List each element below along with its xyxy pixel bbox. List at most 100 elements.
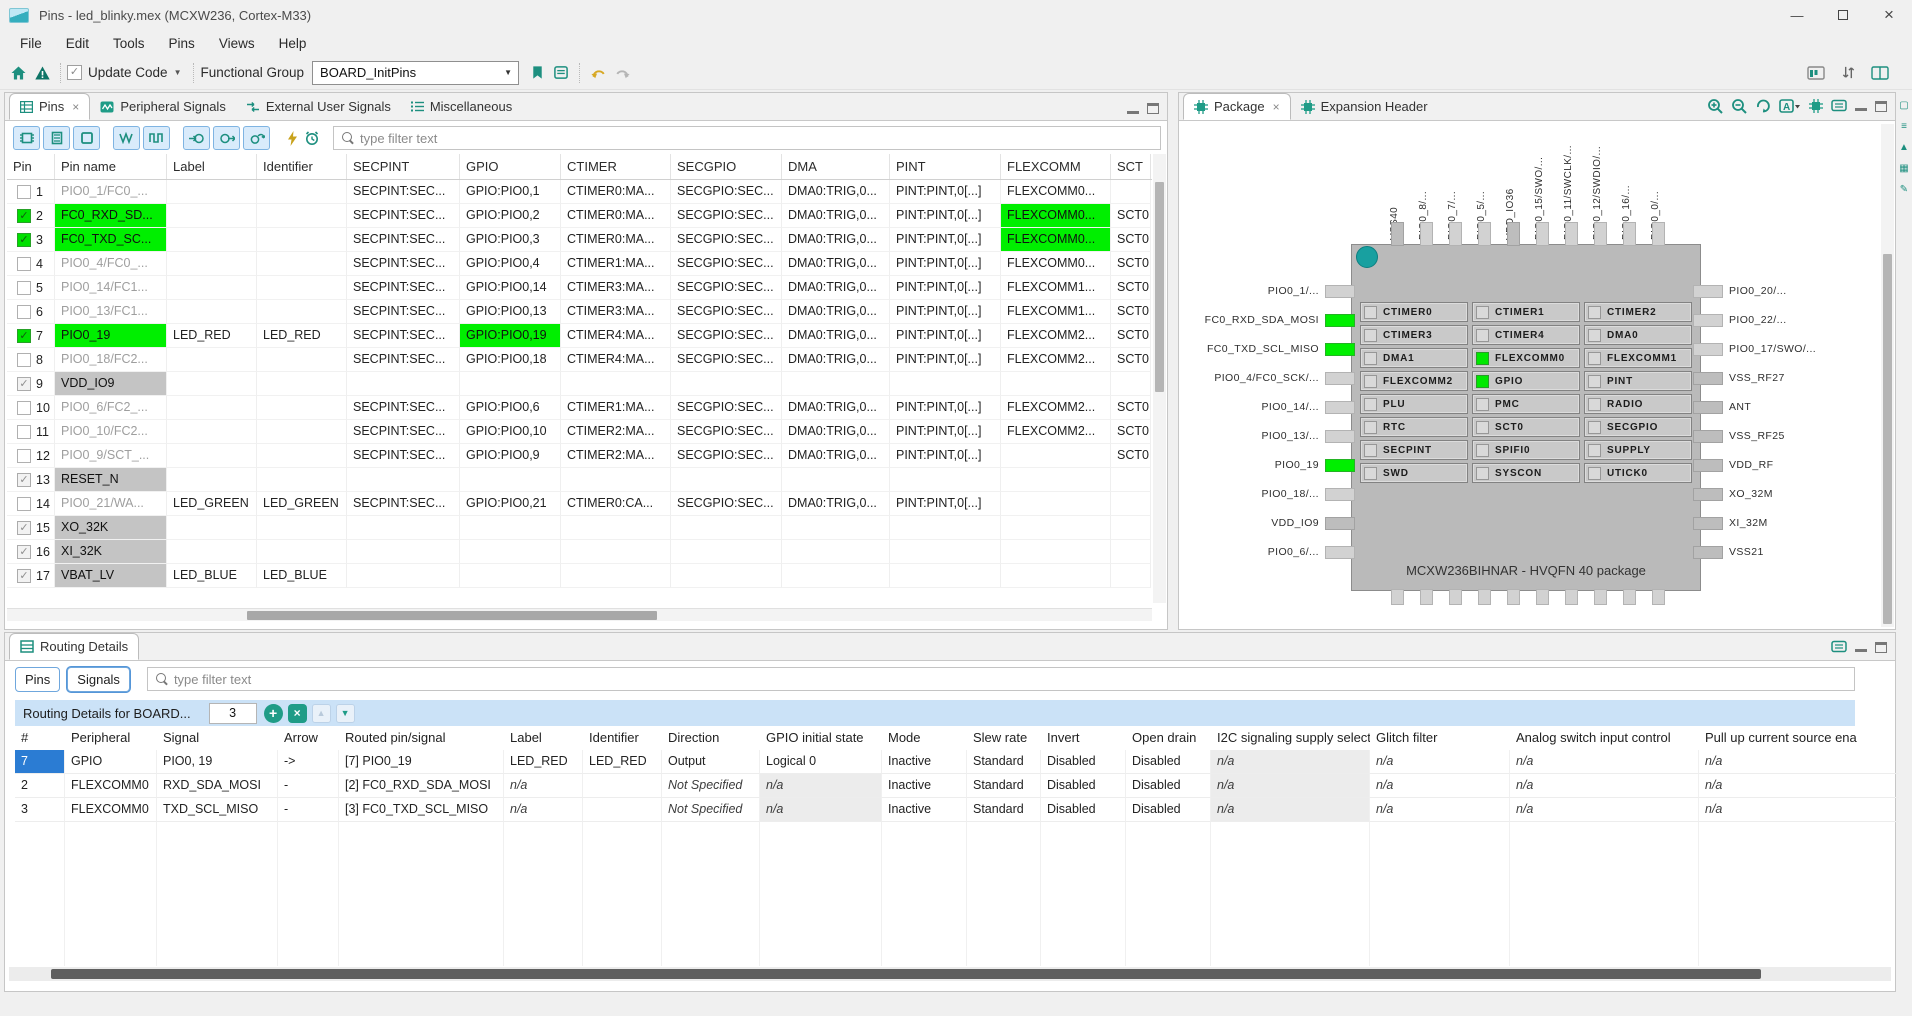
secpint-cell[interactable]: SECPINT:SEC... (347, 276, 460, 300)
secpint-cell[interactable]: SECPINT:SEC... (347, 324, 460, 348)
column-header-analog-switch-input-control[interactable]: Analog switch input control (1510, 726, 1699, 750)
pint-cell[interactable]: PINT:PINT,0[...] (890, 324, 1001, 348)
delete-routing-button[interactable]: × (288, 704, 307, 723)
chip-settings-icon[interactable] (1809, 99, 1823, 113)
routing-cell[interactable]: n/a (1211, 750, 1370, 774)
dma-cell[interactable]: DMA0:TRIG,0... (782, 324, 890, 348)
pin-label-cell[interactable] (167, 420, 257, 444)
pin-name-cell[interactable]: PIO0_13/FC1... (55, 300, 167, 324)
pin-name-cell[interactable]: XO_32K (55, 516, 167, 540)
tab-peripheral-signals[interactable]: Peripheral Signals (90, 93, 236, 120)
sct-cell[interactable]: SCT0 (1111, 420, 1151, 444)
secgpio-cell[interactable]: SECGPIO:SEC... (671, 252, 782, 276)
dma-cell[interactable]: DMA0:TRIG,0... (782, 444, 890, 468)
routing-cell[interactable]: n/a (1510, 774, 1699, 798)
pin-checkbox[interactable] (17, 449, 31, 463)
sct-cell[interactable]: SCT0 (1111, 300, 1151, 324)
pin-identifier-cell[interactable] (257, 252, 347, 276)
gpio-cell[interactable] (460, 516, 561, 540)
table-row[interactable]: 8PIO0_18/FC2...SECPINT:SEC...GPIO:PIO0,1… (7, 348, 1152, 372)
peripheral-box-sct0[interactable]: SCT0 (1472, 417, 1580, 437)
package-pin-pad[interactable] (1693, 314, 1723, 327)
column-header-direction[interactable]: Direction (662, 726, 760, 750)
pulse-view-toggle[interactable] (143, 126, 170, 150)
flexcomm-cell[interactable]: FLEXCOMM2... (1001, 396, 1111, 420)
log-view-icon[interactable]: ≡ (1901, 121, 1907, 132)
pin-identifier-cell[interactable] (257, 180, 347, 204)
package-vertical-scrollbar[interactable] (1881, 124, 1894, 627)
column-header--[interactable]: # (15, 726, 65, 750)
routing-cell[interactable]: n/a (1211, 774, 1370, 798)
gpio-cell[interactable]: GPIO:PIO0,21 (460, 492, 561, 516)
pin-label-cell[interactable] (167, 276, 257, 300)
package-pin-pad[interactable] (1420, 589, 1433, 605)
secgpio-cell[interactable]: SECGPIO:SEC... (671, 348, 782, 372)
column-header-mode[interactable]: Mode (882, 726, 967, 750)
pin-identifier-cell[interactable] (257, 444, 347, 468)
peripheral-box-pmc[interactable]: PMC (1472, 394, 1580, 414)
column-header-open-drain[interactable]: Open drain (1126, 726, 1211, 750)
routing-cell[interactable]: - (278, 774, 339, 798)
routing-cell[interactable]: [3] FC0_TXD_SCL_MISO (339, 798, 504, 822)
pin-name-cell[interactable]: RESET_N (55, 468, 167, 492)
routing-cell[interactable]: Inactive (882, 774, 967, 798)
gpio-cell[interactable] (460, 564, 561, 588)
package-pin-pad[interactable] (1693, 488, 1723, 501)
dma-cell[interactable]: DMA0:TRIG,0... (782, 180, 890, 204)
routing-cell[interactable]: PIO0, 19 (157, 750, 278, 774)
peripheral-box-ctimer2[interactable]: CTIMER2 (1584, 302, 1692, 322)
routing-cell[interactable] (583, 774, 662, 798)
table-row[interactable]: 6PIO0_13/FC1...SECPINT:SEC...GPIO:PIO0,1… (7, 300, 1152, 324)
pin-label-cell[interactable] (167, 540, 257, 564)
table-row[interactable]: ✓17VBAT_LVLED_BLUELED_BLUE (7, 564, 1152, 588)
pint-cell[interactable] (890, 468, 1001, 492)
routing-cell[interactable]: n/a (504, 774, 583, 798)
flexcomm-cell[interactable]: FLEXCOMM2... (1001, 420, 1111, 444)
route-bidir-toggle[interactable] (243, 126, 270, 150)
package-pin-pad[interactable] (1507, 222, 1520, 246)
secgpio-cell[interactable]: SECGPIO:SEC... (671, 444, 782, 468)
code-preview-icon[interactable] (549, 61, 573, 85)
sct-cell[interactable]: SCT0 (1111, 204, 1151, 228)
routing-cell[interactable]: Disabled (1041, 774, 1126, 798)
pins-vertical-scrollbar[interactable] (1153, 154, 1166, 603)
secgpio-cell[interactable]: SECGPIO:SEC... (671, 276, 782, 300)
package-pin-pad[interactable] (1565, 222, 1578, 246)
sct-cell[interactable] (1111, 180, 1151, 204)
pins-list-view-toggle[interactable] (43, 126, 70, 150)
pint-cell[interactable]: PINT:PINT,0[...] (890, 420, 1001, 444)
sct-cell[interactable] (1111, 492, 1151, 516)
sct-cell[interactable]: SCT0 (1111, 252, 1151, 276)
routing-cell[interactable]: Inactive (882, 750, 967, 774)
pin-identifier-cell[interactable]: LED_BLUE (257, 564, 347, 588)
pin-name-cell[interactable]: VDD_IO9 (55, 372, 167, 396)
pin-checkbox[interactable] (17, 185, 31, 199)
peripheral-box-ctimer0[interactable]: CTIMER0 (1360, 302, 1468, 322)
pin-name-cell[interactable]: FC0_TXD_SC... (55, 228, 167, 252)
menu-item-tools[interactable]: Tools (101, 32, 157, 55)
peripheral-box-ctimer4[interactable]: CTIMER4 (1472, 325, 1580, 345)
package-pin-pad[interactable] (1325, 517, 1355, 530)
table-row[interactable]: 1PIO0_1/FC0_...SECPINT:SEC...GPIO:PIO0,1… (7, 180, 1152, 204)
column-header-glitch-filter[interactable]: Glitch filter (1370, 726, 1510, 750)
pin-checkbox[interactable]: ✓ (17, 569, 31, 583)
sct-cell[interactable]: SCT0 (1111, 396, 1151, 420)
minimize-panel-icon[interactable] (1855, 642, 1867, 652)
secgpio-cell[interactable]: SECGPIO:SEC... (671, 324, 782, 348)
package-pin-pad[interactable] (1420, 222, 1433, 246)
routing-cell[interactable]: n/a (760, 774, 882, 798)
pin-checkbox[interactable]: ✓ (17, 473, 31, 487)
routing-row-number[interactable]: 2 (15, 774, 65, 798)
routing-cell[interactable]: n/a (504, 798, 583, 822)
column-header-flexcomm[interactable]: FLEXCOMM (1001, 154, 1111, 179)
ctimer-cell[interactable]: CTIMER4:MA... (561, 348, 671, 372)
pin-checkbox[interactable]: ✓ (17, 545, 31, 559)
secgpio-cell[interactable]: SECGPIO:SEC... (671, 300, 782, 324)
gpio-cell[interactable]: GPIO:PIO0,13 (460, 300, 561, 324)
column-header-pull-up-current-source-ena[interactable]: Pull up current source ena (1699, 726, 1899, 750)
package-pin-pad[interactable] (1623, 222, 1636, 246)
secpint-cell[interactable]: SECPINT:SEC... (347, 204, 460, 228)
home-icon[interactable] (6, 61, 30, 85)
flexcomm-cell[interactable]: FLEXCOMM0... (1001, 252, 1111, 276)
routing-cell[interactable]: n/a (1370, 774, 1510, 798)
